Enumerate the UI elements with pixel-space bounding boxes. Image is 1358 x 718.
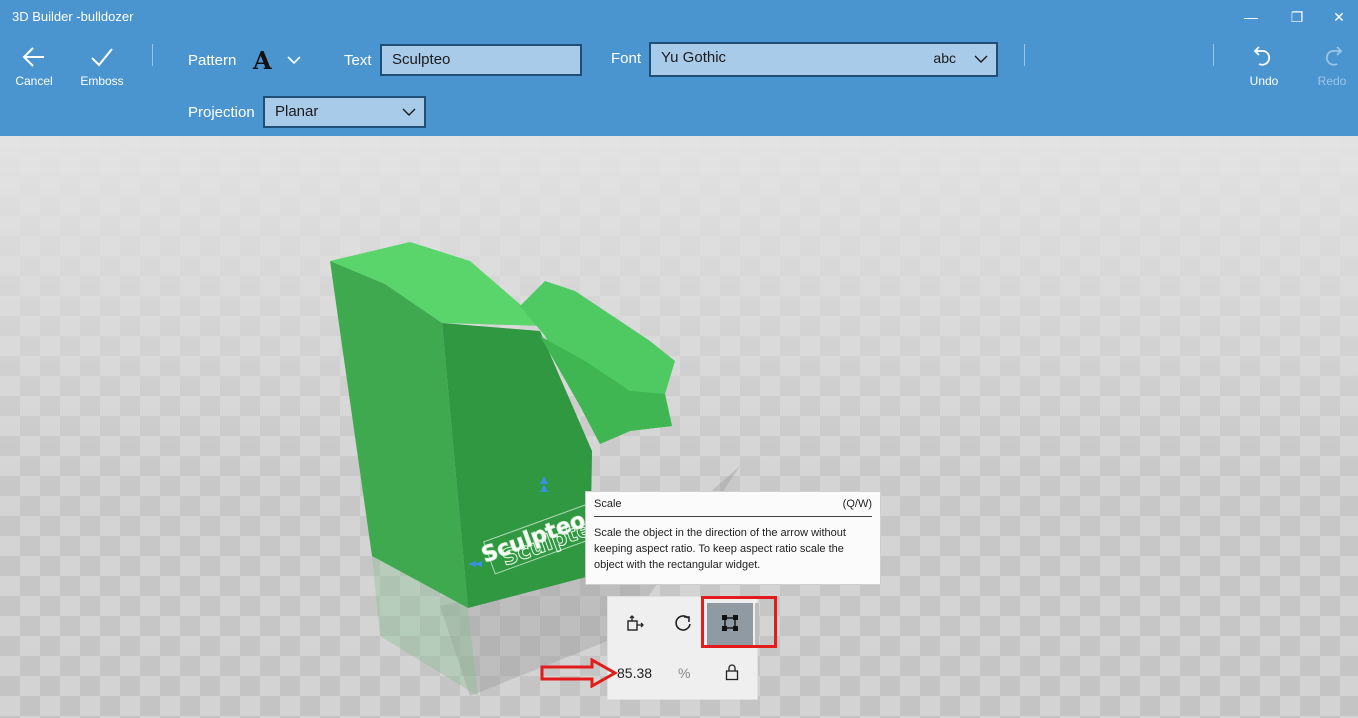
minimize-button[interactable]: — xyxy=(1228,0,1274,34)
pattern-font-glyph[interactable]: A xyxy=(253,46,272,75)
title-bar: 3D Builder -bulldozer — ❐ ✕ xyxy=(0,0,1358,34)
tooltip-header: Scale (Q/W) xyxy=(594,498,872,517)
tooltip-title: Scale xyxy=(594,498,622,510)
rotate-icon xyxy=(673,613,693,638)
close-window-button[interactable]: ✕ xyxy=(1316,0,1358,34)
projection-dropdown[interactable]: Planar xyxy=(263,96,426,128)
pattern-chevron-down-icon[interactable] xyxy=(287,52,301,70)
redo-icon xyxy=(1302,44,1358,70)
minimize-icon: — xyxy=(1244,9,1258,25)
scale-value-input[interactable]: 85.38 xyxy=(617,665,652,681)
cancel-button[interactable]: Cancel xyxy=(4,44,64,88)
maximize-icon: ❐ xyxy=(1290,8,1304,25)
pattern-label: Pattern xyxy=(188,52,237,69)
lock-icon xyxy=(724,664,740,685)
emboss-label: Emboss xyxy=(80,74,124,88)
emboss-ribbon: Cancel Emboss Pattern A Text Sculpteo Fo… xyxy=(0,34,1358,136)
window-title: 3D Builder -bulldozer xyxy=(12,9,134,24)
font-dropdown[interactable]: Yu Gothic abc xyxy=(649,42,998,77)
tooltip-shortcut: (Q/W) xyxy=(842,498,872,510)
text-label: Text xyxy=(344,52,372,69)
font-label: Font xyxy=(611,50,642,67)
projection-chevron-down-icon xyxy=(402,103,416,125)
ribbon-divider xyxy=(152,44,153,66)
projection-label: Projection xyxy=(188,104,255,121)
scale-tool-highlight xyxy=(701,596,777,648)
move-icon xyxy=(625,613,645,638)
checkmark-icon xyxy=(72,44,132,70)
rotate-tool-button[interactable] xyxy=(660,603,706,647)
undo-button[interactable]: Undo xyxy=(1234,44,1294,88)
maximize-button[interactable]: ❐ xyxy=(1274,0,1320,34)
redo-label: Redo xyxy=(1317,74,1347,88)
redo-button[interactable]: Redo xyxy=(1302,44,1358,88)
emboss-button[interactable]: Emboss xyxy=(72,44,132,88)
scale-unit: % xyxy=(678,665,691,681)
lock-aspect-button[interactable] xyxy=(724,663,740,686)
scale-value-arrow-icon xyxy=(540,658,618,688)
close-icon: ✕ xyxy=(1333,8,1345,25)
tooltip-body: Scale the object in the direction of the… xyxy=(594,527,846,571)
projection-dropdown-value: Planar xyxy=(275,103,319,120)
font-chevron-down-icon xyxy=(974,49,988,73)
text-input-value: Sculpteo xyxy=(392,51,451,68)
font-dropdown-value: Yu Gothic xyxy=(661,49,727,66)
font-preview: abc xyxy=(933,50,956,66)
text-input[interactable]: Sculpteo xyxy=(380,44,582,76)
ribbon-divider xyxy=(1213,44,1214,66)
cancel-label: Cancel xyxy=(15,74,53,88)
ribbon-divider xyxy=(1024,44,1025,66)
back-arrow-icon xyxy=(4,44,64,70)
scale-tooltip: Scale (Q/W) Scale the object in the dire… xyxy=(585,491,881,585)
move-tool-button[interactable] xyxy=(612,603,658,647)
undo-label: Undo xyxy=(1249,74,1279,88)
undo-icon xyxy=(1234,44,1294,70)
